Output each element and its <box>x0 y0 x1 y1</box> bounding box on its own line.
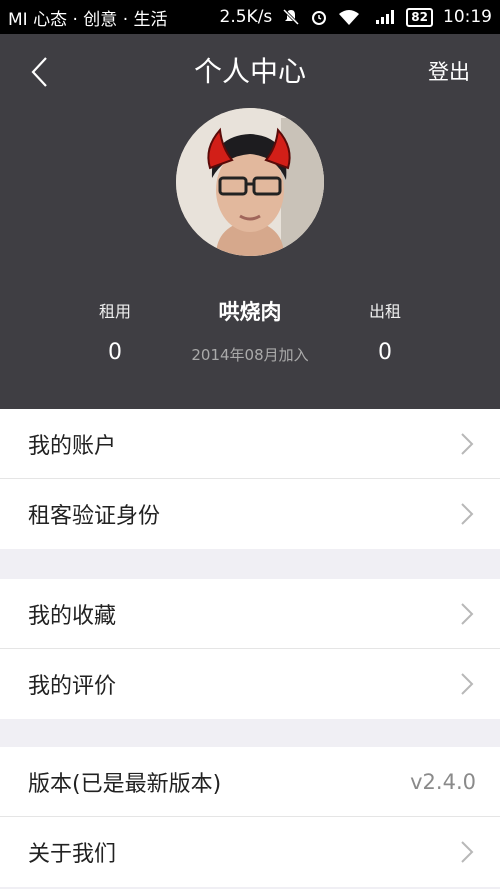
menu-group-about: 版本(已是最新版本) v2.4.0 关于我们 <box>0 747 500 887</box>
menu-item-label: 版本(已是最新版本) <box>28 771 222 797</box>
menu-item-my-account[interactable]: 我的账户 <box>0 409 500 479</box>
chevron-right-icon <box>458 839 476 865</box>
notifications-off-icon <box>282 8 300 26</box>
lease-count: 0 <box>378 340 392 365</box>
menu-item-label: 我的评价 <box>28 674 117 699</box>
chevron-right-icon <box>458 671 476 697</box>
user-name: 哄烧肉 <box>218 300 282 324</box>
battery-level: 82 <box>406 7 433 27</box>
profile-header: 个人中心 登出 租用 0 哄烧肉 2014年08月加入 出租 0 <box>0 34 500 409</box>
menu-group-account: 我的账户 租客验证身份 <box>0 409 500 549</box>
join-date: 2014年08月加入 <box>191 346 309 364</box>
menu-item-version[interactable]: 版本(已是最新版本) v2.4.0 <box>0 747 500 817</box>
avatar[interactable] <box>176 108 324 256</box>
menu-group-activity: 我的收藏 我的评价 <box>0 579 500 719</box>
chevron-right-icon <box>458 431 476 457</box>
status-bar: MI 心态 · 创意 · 生活 2.5K/s 82 10:19 <box>0 0 500 34</box>
lease-label: 出租 <box>368 302 401 321</box>
signal-icon <box>370 9 396 25</box>
section-divider <box>0 549 500 579</box>
menu-item-about-us[interactable]: 关于我们 <box>0 817 500 887</box>
chevron-right-icon <box>458 601 476 627</box>
network-speed: 2.5K/s <box>219 7 273 27</box>
wifi-icon <box>338 9 360 25</box>
version-value: v2.4.0 <box>410 769 476 794</box>
alarm-icon <box>310 8 328 26</box>
chevron-right-icon <box>458 501 476 527</box>
menu-item-label: 我的账户 <box>28 433 117 459</box>
menu-item-tenant-verify[interactable]: 租客验证身份 <box>0 479 500 549</box>
carrier-text: MI 心态 · 创意 · 生活 <box>8 9 168 30</box>
menu-item-favorites[interactable]: 我的收藏 <box>0 579 500 649</box>
menu-item-label: 租客验证身份 <box>28 504 161 529</box>
page-title: 个人中心 <box>193 55 306 88</box>
menu-item-label: 关于我们 <box>28 842 117 867</box>
clock: 10:19 <box>443 7 492 27</box>
user-info: 哄烧肉 2014年08月加入 <box>150 296 350 368</box>
logout-button[interactable]: 登出 <box>428 55 470 89</box>
menu-item-label: 我的收藏 <box>28 603 117 629</box>
menu-item-reviews[interactable]: 我的评价 <box>0 649 500 719</box>
lease-stat[interactable]: 出租 0 <box>325 299 445 375</box>
section-divider <box>0 719 500 747</box>
